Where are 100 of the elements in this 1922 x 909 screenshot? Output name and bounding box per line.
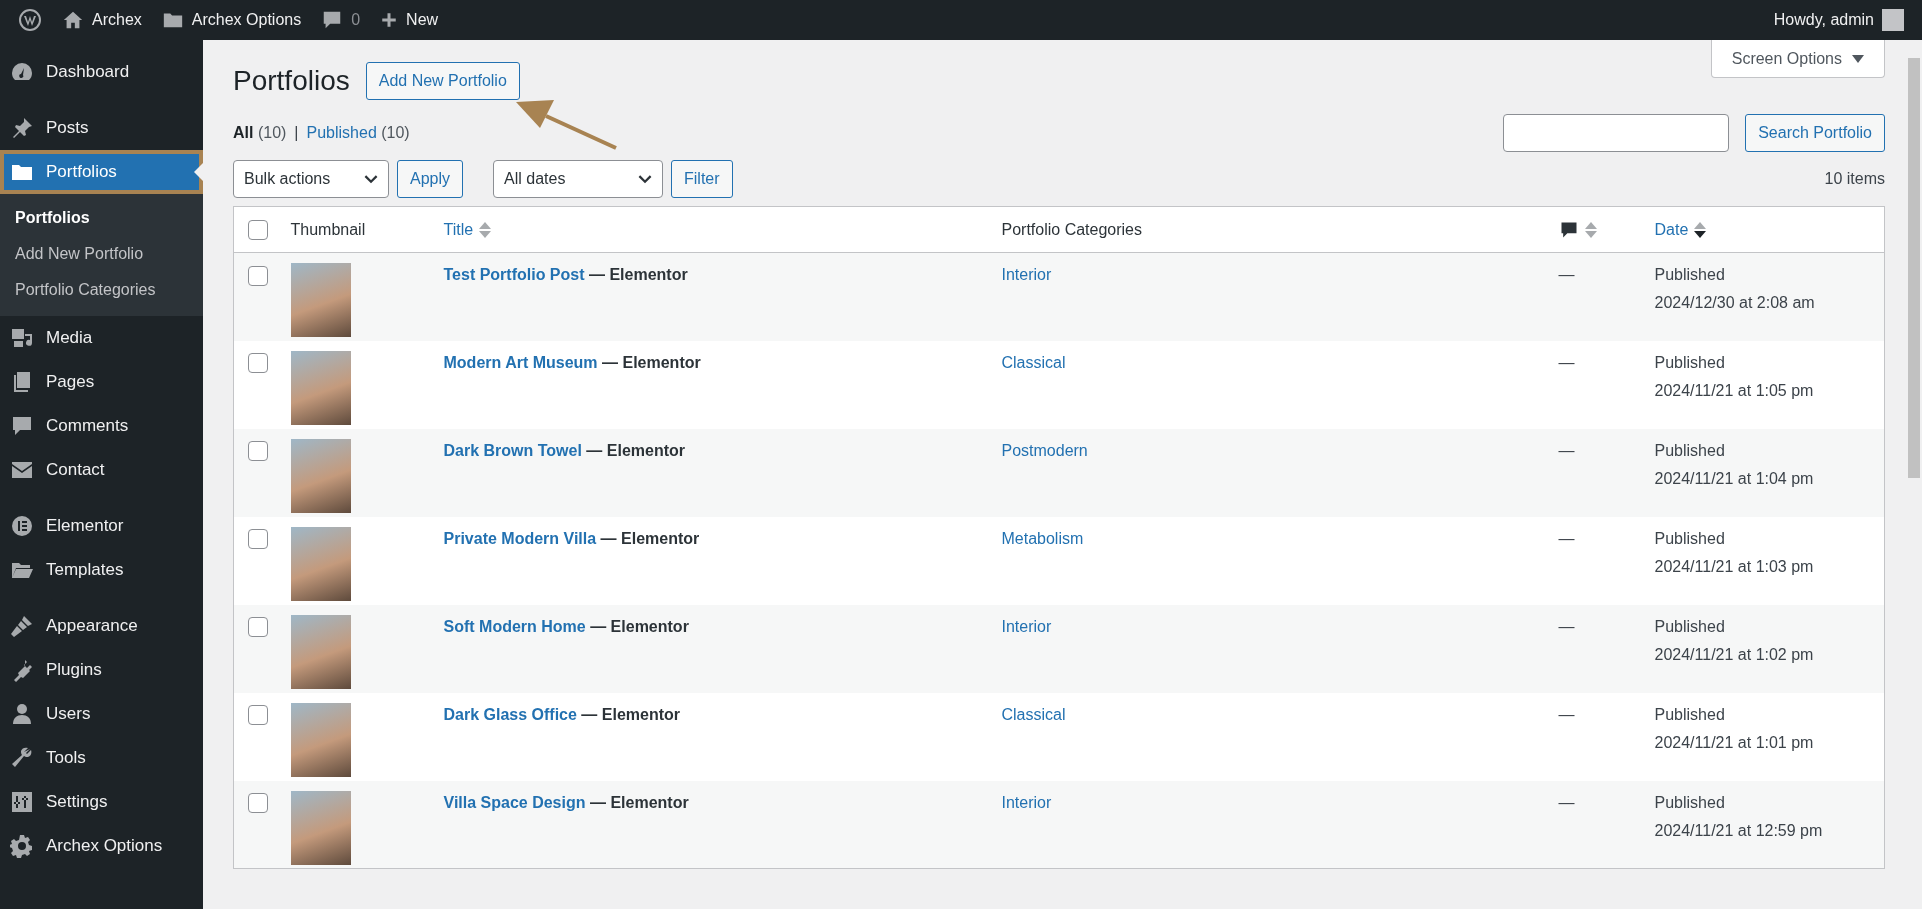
post-title-link[interactable]: Villa Space Design — [443, 793, 586, 811]
apply-button[interactable]: Apply — [397, 160, 464, 198]
post-date: 2024/11/21 at 12:59 pm — [1654, 820, 1824, 841]
post-status: Published — [1654, 704, 1726, 725]
sidebar-item[interactable]: Templates — [0, 548, 203, 592]
speech-bubble-icon — [10, 414, 34, 438]
page-title: Portfolios — [233, 64, 350, 98]
post-status: Published — [1654, 265, 1726, 285]
column-header: Portfolio Categories — [1001, 220, 1142, 238]
post-title-link[interactable]: Soft Modern Home — [443, 617, 586, 635]
comment-count: — — [1558, 705, 1575, 723]
category-link[interactable]: Postmodern — [1001, 441, 1088, 459]
search-field[interactable] — [1503, 114, 1730, 152]
column-header[interactable]: Title — [443, 220, 474, 238]
post-date: 2024/12/30 at 2:08 am — [1654, 293, 1816, 313]
comment-count: — — [1558, 353, 1575, 371]
post-status: Published — [1654, 792, 1726, 813]
post-date: 2024/11/21 at 1:01 pm — [1654, 732, 1815, 753]
brush-icon — [10, 614, 34, 638]
user-icon — [10, 702, 34, 726]
submenu-item[interactable]: Add New Portfolio — [0, 236, 203, 272]
sidebar-item[interactable]: Appearance — [0, 604, 203, 648]
post-type-label: — Elementor — [588, 793, 689, 811]
wordpress-logo-icon — [18, 8, 42, 32]
sidebar-item[interactable]: Pages — [0, 360, 203, 404]
post-type-label: — Elementor — [585, 441, 686, 459]
filter-button[interactable]: Filter — [671, 160, 733, 198]
elementor-icon — [10, 514, 34, 538]
comment-count: — — [1558, 793, 1575, 811]
checkbox[interactable] — [248, 529, 268, 550]
checkbox[interactable] — [248, 265, 268, 286]
category-link[interactable]: Interior — [1001, 617, 1052, 635]
post-type-label: — Elementor — [588, 266, 688, 283]
sidebar-item[interactable]: Settings — [0, 780, 203, 824]
post-status: Published — [1654, 616, 1726, 637]
checkbox[interactable] — [248, 793, 268, 814]
sidebar-item[interactable]: Tools — [0, 736, 203, 780]
sliders-icon — [10, 790, 34, 814]
sidebar-item[interactable]: Plugins — [0, 648, 203, 692]
admin-bar-link[interactable]: 0 — [311, 0, 371, 40]
category-link[interactable]: Classical — [1001, 705, 1066, 723]
add-new-button[interactable]: Add New Portfolio — [365, 62, 520, 100]
post-title-link[interactable]: Dark Brown Towel — [443, 441, 582, 459]
submenu-item[interactable]: Portfolio Categories — [0, 272, 203, 308]
post-date: 2024/11/21 at 1:03 pm — [1654, 556, 1815, 577]
checkbox[interactable] — [248, 220, 268, 241]
screen-options-button[interactable]: Screen Options — [1710, 40, 1885, 78]
post-status: Published — [1654, 440, 1726, 461]
view-link[interactable]: Published (10) — [306, 121, 410, 145]
separator: | — [294, 123, 299, 143]
category-link[interactable]: Interior — [1001, 793, 1052, 811]
post-title-link[interactable]: Private Modern Villa — [443, 529, 597, 547]
admin-bar-link[interactable]: New — [370, 0, 449, 40]
current-page-pointer — [194, 163, 203, 181]
sidebar-item[interactable]: Portfolios — [0, 150, 203, 194]
comment-count: — — [1558, 441, 1575, 459]
sidebar-item[interactable]: Media — [0, 316, 203, 360]
account-menu[interactable]: Howdy, admin — [1763, 0, 1914, 40]
chevron-down-icon — [638, 174, 653, 184]
post-status: Published — [1654, 528, 1726, 549]
search-button[interactable]: Search Portfolio — [1745, 114, 1885, 152]
post-title-link[interactable]: Dark Glass Office — [443, 705, 577, 723]
category-link[interactable]: Classical — [1001, 353, 1066, 371]
post-title-link[interactable]: Test Portfolio Post — [443, 266, 585, 283]
gear-icon — [10, 834, 34, 858]
column-header: Thumbnail — [290, 220, 366, 238]
column-header[interactable]: Date — [1654, 220, 1689, 238]
post-status: Published — [1654, 352, 1726, 373]
post-type-label: — Elementor — [589, 617, 689, 635]
sidebar-item[interactable]: Dashboard — [0, 50, 203, 94]
category-link[interactable]: Interior — [1001, 266, 1052, 283]
sidebar-item[interactable]: Elementor — [0, 504, 203, 548]
post-date: 2024/11/21 at 1:04 pm — [1654, 468, 1815, 489]
sidebar-item[interactable]: Archex Options — [0, 824, 203, 868]
dropdown[interactable]: Bulk actions — [233, 160, 389, 198]
checkbox[interactable] — [248, 353, 268, 374]
comment-count: — — [1558, 266, 1575, 283]
view-link[interactable]: All (10) — [233, 121, 287, 145]
submenu-item[interactable]: Portfolios — [0, 200, 203, 236]
avatar-icon — [1882, 9, 1904, 31]
dropdown[interactable]: All dates — [493, 160, 664, 198]
checkbox[interactable] — [248, 617, 268, 638]
post-type-label: — Elementor — [599, 529, 700, 547]
caret-icon — [1852, 54, 1864, 63]
checkbox[interactable] — [248, 705, 268, 726]
admin-bar-link[interactable]: Archex Options — [151, 0, 312, 40]
chevron-down-icon — [364, 174, 378, 184]
sidebar-item[interactable]: Posts — [0, 106, 203, 150]
post-type-label: — Elementor — [580, 705, 681, 723]
sidebar-item[interactable]: Contact — [0, 448, 203, 492]
plus-icon — [380, 11, 399, 29]
post-title-link[interactable]: Modern Art Museum — [443, 353, 598, 371]
checkbox[interactable] — [248, 441, 268, 462]
admin-bar-link[interactable]: Archex — [52, 0, 152, 40]
item-count: 10 items — [1824, 169, 1885, 189]
comment-count: — — [1558, 617, 1575, 635]
sidebar-item[interactable]: Users — [0, 692, 203, 736]
media-icon — [10, 326, 34, 350]
category-link[interactable]: Metabolism — [1001, 529, 1084, 547]
sidebar-item[interactable]: Comments — [0, 404, 203, 448]
